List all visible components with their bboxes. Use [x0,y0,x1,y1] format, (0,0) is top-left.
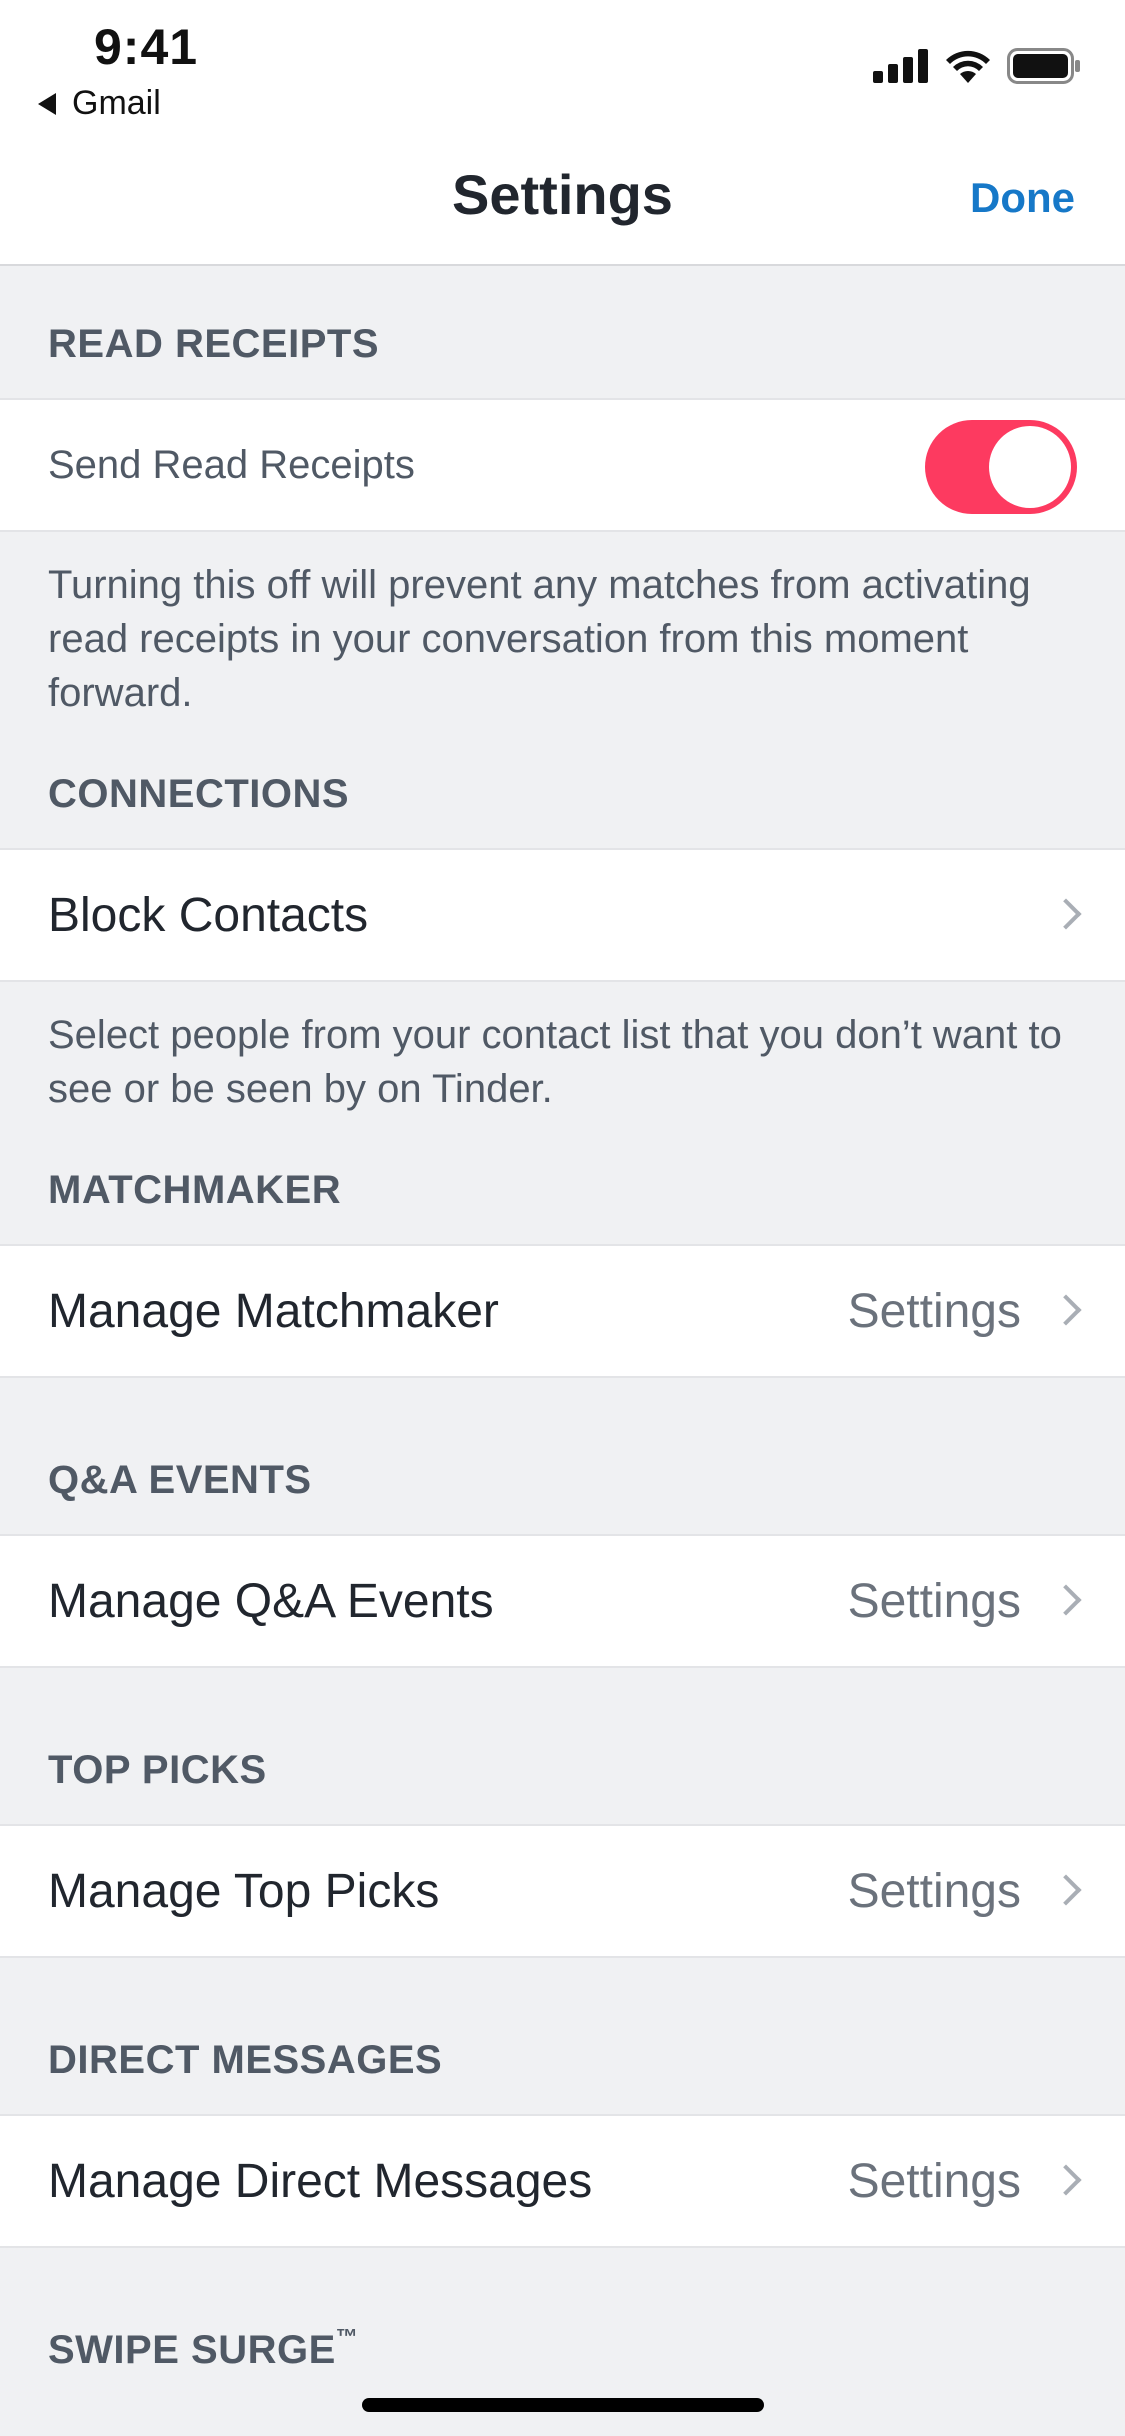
send-read-receipts-label: Send Read Receipts [48,442,415,487]
settings-screen: 9:41 Gmail Settings Done READ RECEIPTS S… [0,0,1125,2436]
trademark-symbol: ™ [335,2324,359,2349]
manage-top-picks-row[interactable]: Manage Top Picks Settings [0,1824,1125,1958]
block-contacts-row[interactable]: Block Contacts [0,848,1125,982]
wifi-icon [946,50,990,83]
home-indicator[interactable] [362,2398,764,2412]
battery-icon [1007,48,1080,84]
swipe-surge-label: SWIPE SURGE [48,2328,336,2372]
section-header-read-receipts: READ RECEIPTS [48,322,379,366]
manage-direct-messages-label: Manage Direct Messages [48,2154,593,2208]
manage-qa-events-value: Settings [847,1574,1021,1628]
read-receipts-description: Turning this off will prevent any matche… [48,563,1031,715]
section-header-matchmaker: MATCHMAKER [48,1168,342,1212]
back-app-label: Gmail [72,84,161,122]
manage-direct-messages-row[interactable]: Manage Direct Messages Settings [0,2114,1125,2248]
manage-direct-messages-value: Settings [847,2154,1021,2208]
chevron-right-icon [1050,1584,1082,1616]
manage-qa-events-label: Manage Q&A Events [48,1574,494,1628]
done-button[interactable]: Done [970,174,1075,222]
manage-qa-events-row[interactable]: Manage Q&A Events Settings [0,1534,1125,1668]
manage-matchmaker-value: Settings [847,1284,1021,1338]
chevron-right-icon [1050,1294,1082,1326]
signal-icon [873,49,928,83]
manage-matchmaker-label: Manage Matchmaker [48,1284,499,1338]
chevron-right-icon [1050,2164,1082,2196]
chevron-right-icon [1050,1874,1082,1906]
section-header-top-picks: TOP PICKS [48,1748,267,1792]
send-read-receipts-toggle[interactable] [925,420,1077,514]
top-bar: 9:41 Gmail Settings Done [0,0,1125,266]
section-header-qa-events: Q&A EVENTS [48,1458,312,1502]
manage-top-picks-value: Settings [847,1864,1021,1918]
section-header-connections: CONNECTIONS [48,772,350,816]
back-triangle-icon [38,92,56,115]
section-header-swipe-surge: SWIPE SURGE™ [48,2324,358,2373]
page-title: Settings [452,163,673,226]
status-time: 9:41 [94,19,199,75]
block-contacts-label: Block Contacts [48,888,369,942]
back-to-app-link[interactable]: Gmail [38,84,161,123]
connections-description: Select people from your contact list tha… [48,1013,1062,1111]
section-header-direct-messages: DIRECT MESSAGES [48,2038,443,2082]
toggle-knob [989,426,1071,508]
manage-top-picks-label: Manage Top Picks [48,1864,440,1918]
send-read-receipts-row: Send Read Receipts [0,398,1125,532]
manage-matchmaker-row[interactable]: Manage Matchmaker Settings [0,1244,1125,1378]
chevron-right-icon [1050,898,1082,930]
status-icons [873,48,1081,84]
